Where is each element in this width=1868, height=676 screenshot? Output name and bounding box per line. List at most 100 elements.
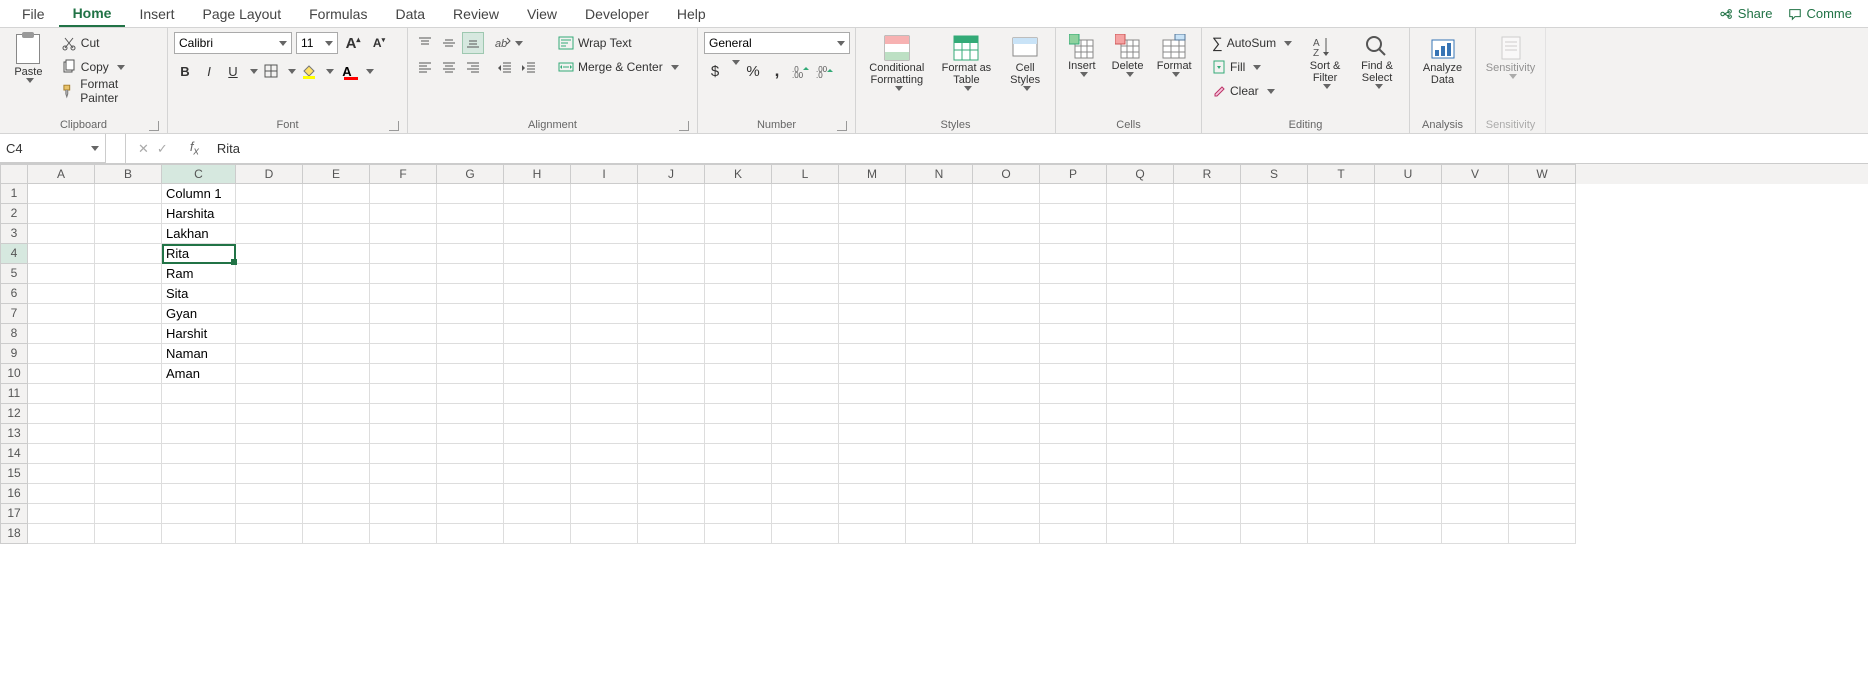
cell-H6[interactable] <box>504 284 571 304</box>
select-all-corner[interactable] <box>0 164 28 184</box>
cell-V9[interactable] <box>1442 344 1509 364</box>
cell-U13[interactable] <box>1375 424 1442 444</box>
cell-B10[interactable] <box>95 364 162 384</box>
cell-T18[interactable] <box>1308 524 1375 544</box>
cell-A1[interactable] <box>28 184 95 204</box>
cell-I17[interactable] <box>571 504 638 524</box>
cell-G12[interactable] <box>437 404 504 424</box>
cell-W6[interactable] <box>1509 284 1576 304</box>
cell-C15[interactable] <box>162 464 236 484</box>
share-button[interactable]: Share <box>1712 4 1781 23</box>
cell-B1[interactable] <box>95 184 162 204</box>
cell-L16[interactable] <box>772 484 839 504</box>
column-header-M[interactable]: M <box>839 164 906 184</box>
align-middle-button[interactable] <box>438 32 460 54</box>
tab-page-layout[interactable]: Page Layout <box>188 2 295 26</box>
cell-J7[interactable] <box>638 304 705 324</box>
cell-Q4[interactable] <box>1107 244 1174 264</box>
cell-W8[interactable] <box>1509 324 1576 344</box>
cell-A5[interactable] <box>28 264 95 284</box>
cell-N6[interactable] <box>906 284 973 304</box>
cell-T3[interactable] <box>1308 224 1375 244</box>
column-header-E[interactable]: E <box>303 164 370 184</box>
increase-decimal-button[interactable]: .0.00 <box>790 60 812 82</box>
cell-B11[interactable] <box>95 384 162 404</box>
cell-N11[interactable] <box>906 384 973 404</box>
cell-Q6[interactable] <box>1107 284 1174 304</box>
cell-K9[interactable] <box>705 344 772 364</box>
cell-N10[interactable] <box>906 364 973 384</box>
cell-J12[interactable] <box>638 404 705 424</box>
cell-W3[interactable] <box>1509 224 1576 244</box>
cell-J5[interactable] <box>638 264 705 284</box>
cell-I7[interactable] <box>571 304 638 324</box>
find-select-button[interactable]: Find & Select <box>1354 32 1400 91</box>
cell-L17[interactable] <box>772 504 839 524</box>
cell-N5[interactable] <box>906 264 973 284</box>
cell-S10[interactable] <box>1241 364 1308 384</box>
cell-P6[interactable] <box>1040 284 1107 304</box>
cell-K5[interactable] <box>705 264 772 284</box>
cell-H2[interactable] <box>504 204 571 224</box>
cell-B2[interactable] <box>95 204 162 224</box>
cell-B4[interactable] <box>95 244 162 264</box>
number-dialog-launcher[interactable] <box>837 121 847 131</box>
align-top-button[interactable] <box>414 32 436 54</box>
cell-I2[interactable] <box>571 204 638 224</box>
cell-F9[interactable] <box>370 344 437 364</box>
cell-J13[interactable] <box>638 424 705 444</box>
tab-developer[interactable]: Developer <box>571 2 663 26</box>
cell-D11[interactable] <box>236 384 303 404</box>
cell-U11[interactable] <box>1375 384 1442 404</box>
alignment-dialog-launcher[interactable] <box>679 121 689 131</box>
underline-button[interactable]: U <box>222 60 244 82</box>
cell-E11[interactable] <box>303 384 370 404</box>
cell-W14[interactable] <box>1509 444 1576 464</box>
cell-C16[interactable] <box>162 484 236 504</box>
cell-W10[interactable] <box>1509 364 1576 384</box>
cell-N2[interactable] <box>906 204 973 224</box>
cell-B16[interactable] <box>95 484 162 504</box>
italic-button[interactable]: I <box>198 60 220 82</box>
row-header-11[interactable]: 11 <box>0 384 28 404</box>
tab-view[interactable]: View <box>513 2 571 26</box>
cell-J16[interactable] <box>638 484 705 504</box>
cell-O16[interactable] <box>973 484 1040 504</box>
comma-button[interactable]: , <box>766 60 788 82</box>
cell-Q7[interactable] <box>1107 304 1174 324</box>
column-header-B[interactable]: B <box>95 164 162 184</box>
cell-R10[interactable] <box>1174 364 1241 384</box>
cell-W9[interactable] <box>1509 344 1576 364</box>
cell-W11[interactable] <box>1509 384 1576 404</box>
cell-A18[interactable] <box>28 524 95 544</box>
delete-cells-button[interactable]: Delete <box>1108 32 1148 79</box>
cell-U10[interactable] <box>1375 364 1442 384</box>
cell-J1[interactable] <box>638 184 705 204</box>
cell-O17[interactable] <box>973 504 1040 524</box>
cell-O9[interactable] <box>973 344 1040 364</box>
cell-H15[interactable] <box>504 464 571 484</box>
cell-W5[interactable] <box>1509 264 1576 284</box>
cell-P13[interactable] <box>1040 424 1107 444</box>
cell-S2[interactable] <box>1241 204 1308 224</box>
sort-filter-button[interactable]: AZ Sort & Filter <box>1302 32 1348 91</box>
cell-Q14[interactable] <box>1107 444 1174 464</box>
cell-A12[interactable] <box>28 404 95 424</box>
cell-F2[interactable] <box>370 204 437 224</box>
cell-W4[interactable] <box>1509 244 1576 264</box>
copy-button[interactable]: Copy <box>57 56 161 78</box>
comments-button[interactable]: Comme <box>1780 4 1860 23</box>
cell-U5[interactable] <box>1375 264 1442 284</box>
cell-M15[interactable] <box>839 464 906 484</box>
cell-A7[interactable] <box>28 304 95 324</box>
autosum-button[interactable]: ∑AutoSum <box>1208 32 1296 54</box>
cell-H16[interactable] <box>504 484 571 504</box>
cell-J2[interactable] <box>638 204 705 224</box>
column-header-A[interactable]: A <box>28 164 95 184</box>
cell-L10[interactable] <box>772 364 839 384</box>
cell-P4[interactable] <box>1040 244 1107 264</box>
column-header-K[interactable]: K <box>705 164 772 184</box>
cell-L15[interactable] <box>772 464 839 484</box>
cell-P2[interactable] <box>1040 204 1107 224</box>
insert-cells-button[interactable]: Insert <box>1062 32 1102 79</box>
